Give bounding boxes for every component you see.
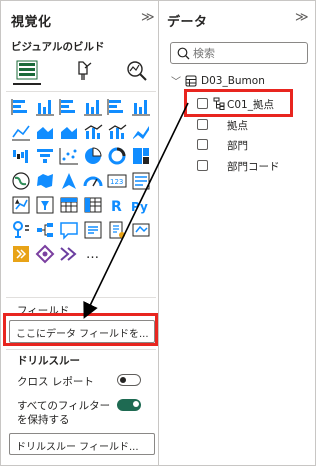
annotation-arrow (83, 102, 189, 319)
